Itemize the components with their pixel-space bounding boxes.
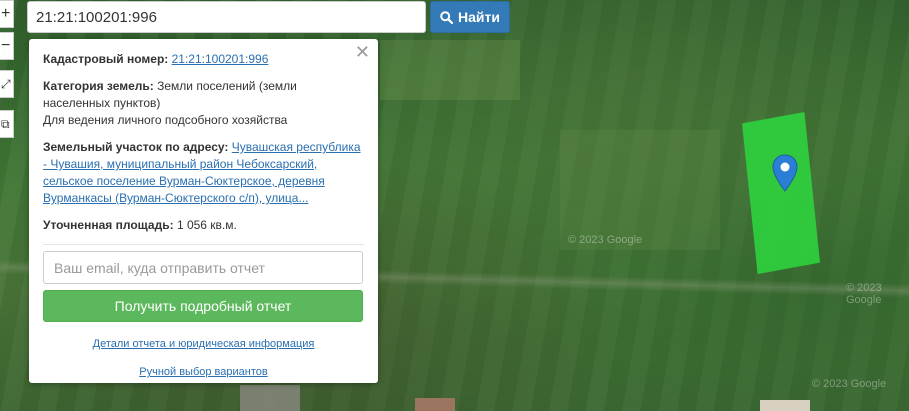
address-row: Земельный участок по адресу: Чувашская р… — [43, 139, 364, 207]
building-roof — [760, 400, 810, 411]
cadastral-number-row: Кадастровый номер: 21:21:100201:996 — [43, 51, 364, 68]
map-marker-icon[interactable] — [772, 154, 798, 192]
search-button-label: Найти — [458, 9, 500, 25]
zoom-in-button[interactable]: + — [0, 0, 14, 28]
report-details-link[interactable]: Детали отчета и юридическая информация — [43, 336, 364, 353]
land-category-row: Категория земель: Земли поселений (земли… — [43, 78, 364, 129]
area-row: Уточненная площадь: 1 056 кв.м. — [43, 217, 364, 234]
cadastral-search-input[interactable] — [27, 1, 426, 33]
zoom-out-icon: − — [1, 37, 11, 54]
land-usage: Для ведения личного подсобного хозяйства — [43, 113, 288, 127]
cadastral-number-link[interactable]: 21:21:100201:996 — [172, 52, 269, 66]
fullscreen-button[interactable]: ⤢ — [0, 70, 14, 98]
address-label: Земельный участок по адресу: — [43, 140, 229, 154]
building-roof — [240, 385, 300, 411]
search-icon — [440, 10, 454, 24]
get-report-button[interactable]: Получить подробный отчет — [43, 290, 363, 322]
popup-links: Детали отчета и юридическая информация Р… — [43, 336, 364, 381]
map-copyright: © 2023 Google — [568, 234, 643, 246]
cadastral-label: Кадастровый номер: — [43, 52, 169, 66]
building-roof — [415, 398, 455, 411]
zoom-in-icon: + — [1, 5, 11, 22]
expand-icon: ⤢ — [1, 76, 11, 91]
category-label: Категория земель: — [43, 79, 154, 93]
search-button[interactable]: Найти — [430, 1, 510, 33]
email-field[interactable] — [43, 251, 363, 284]
layers-icon: ⧉ — [1, 116, 10, 131]
manual-selection-link[interactable]: Ручной выбор вариантов — [43, 364, 364, 381]
layers-button[interactable]: ⧉ — [0, 110, 14, 138]
field-patch — [380, 40, 520, 100]
zoom-out-button[interactable]: − — [0, 32, 14, 60]
get-report-label: Получить подробный отчет — [114, 297, 292, 314]
close-icon[interactable]: ✕ — [355, 43, 370, 61]
map-copyright: © 2023 Google — [846, 282, 882, 306]
field-patch — [560, 130, 720, 250]
parcel-info-popup: ✕ Кадастровый номер: 21:21:100201:996 Ка… — [29, 39, 378, 383]
divider — [43, 244, 364, 245]
map-copyright: © 2023 Google — [812, 378, 887, 390]
area-label: Уточненная площадь: — [43, 218, 174, 232]
area-value: 1 056 кв.м. — [176, 218, 237, 232]
